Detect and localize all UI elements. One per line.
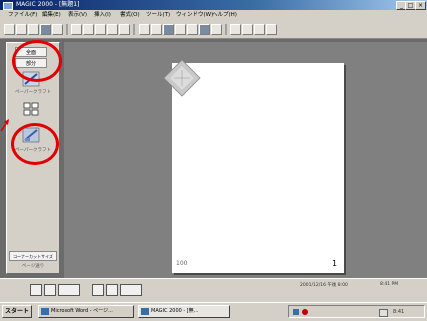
highlight-circle-middle [11, 123, 59, 165]
copy-button[interactable] [83, 24, 94, 35]
status-time: 8:41 PM [380, 282, 399, 287]
bottom-toolbar: 2001/12/16 午後 8:00 8:41 PM [0, 278, 427, 303]
select-tool-button[interactable] [139, 24, 150, 35]
paint-tool-button[interactable] [199, 24, 210, 35]
zoom-button[interactable] [120, 284, 142, 296]
highlight-circle-top [12, 40, 62, 82]
text-tool-button[interactable] [151, 24, 162, 35]
rotated-image-object[interactable] [162, 58, 202, 98]
cut-button[interactable] [71, 24, 82, 35]
grid-button[interactable] [266, 24, 277, 35]
window-title: MAGIC 2000 - [無題1] [16, 1, 80, 8]
corner-cut-size-button[interactable]: コーナーカットサイズ [9, 251, 57, 261]
toolbar-separator [133, 24, 135, 35]
open-button[interactable] [16, 24, 27, 35]
pen-tool-label: ペーパークラフト [15, 90, 51, 95]
red-arrow-icon [0, 119, 9, 132]
magic-app-icon [141, 308, 149, 315]
alert-icon[interactable] [302, 309, 308, 315]
menu-window[interactable]: ウィンドウ(W) [176, 10, 213, 21]
tray-clock: 8:41 [393, 309, 405, 315]
network-icon[interactable] [293, 309, 299, 315]
page-spread-button[interactable] [58, 284, 80, 296]
volume-icon[interactable] [379, 309, 388, 317]
task-button-magic[interactable]: MAGIC 2000 - [無... [138, 305, 230, 318]
start-button[interactable]: スタート [2, 305, 32, 318]
menu-bar: ファイル(F) 編集(E) 表示(V) 挿入(I) 書式(O) ツール(T) ウ… [0, 10, 427, 21]
menu-format[interactable]: 書式(O) [120, 10, 140, 21]
pointer-tool-button[interactable] [175, 24, 186, 35]
image-tool-button[interactable] [163, 24, 174, 35]
layer-button[interactable] [106, 284, 118, 296]
new-button[interactable] [4, 24, 15, 35]
toolbar-separator [225, 24, 227, 35]
menu-help[interactable]: ヘルプ(H) [212, 10, 237, 21]
frame-button[interactable] [92, 284, 104, 296]
menu-tools[interactable]: ツール(T) [146, 10, 170, 21]
preview-button[interactable] [52, 24, 63, 35]
system-tray: 8:41 [288, 305, 425, 318]
page-single-button[interactable] [30, 284, 42, 296]
word-app-icon [41, 308, 49, 315]
app-icon[interactable] [3, 2, 13, 10]
menu-edit[interactable]: 編集(E) [42, 10, 61, 21]
layout-grid-icon[interactable] [22, 101, 40, 117]
undo-button[interactable] [107, 24, 118, 35]
menu-view[interactable]: 表示(V) [68, 10, 87, 21]
toolbar [0, 21, 427, 39]
page-feed-label: ページ送り [21, 264, 45, 269]
menu-insert[interactable]: 挿入(I) [94, 10, 111, 21]
page-marker-left: 100 [176, 260, 188, 267]
redo-button[interactable] [119, 24, 130, 35]
zoom-tool-button[interactable] [187, 24, 198, 35]
taskbar: スタート Microsoft Word - ページ... MAGIC 2000 … [0, 302, 427, 321]
window-titlebar: MAGIC 2000 - [無題1] _ □ × [0, 0, 427, 10]
page-number: 1 [332, 259, 338, 268]
task-button-word[interactable]: Microsoft Word - ページ... [38, 305, 134, 318]
line-tool-button[interactable] [211, 24, 222, 35]
page-double-button[interactable] [44, 284, 56, 296]
task-label-word: Microsoft Word - ページ... [51, 308, 113, 314]
align-center-button[interactable] [242, 24, 253, 35]
toolbar-separator [66, 24, 68, 35]
close-button[interactable]: × [415, 1, 426, 10]
print-button[interactable] [40, 24, 51, 35]
align-left-button[interactable] [230, 24, 241, 35]
task-label-magic: MAGIC 2000 - [無... [151, 308, 199, 314]
status-date: 2001/12/16 午後 8:00 [300, 283, 348, 288]
menu-file[interactable]: ファイル(F) [8, 10, 37, 21]
save-button[interactable] [28, 24, 39, 35]
paste-button[interactable] [95, 24, 106, 35]
align-right-button[interactable] [254, 24, 265, 35]
